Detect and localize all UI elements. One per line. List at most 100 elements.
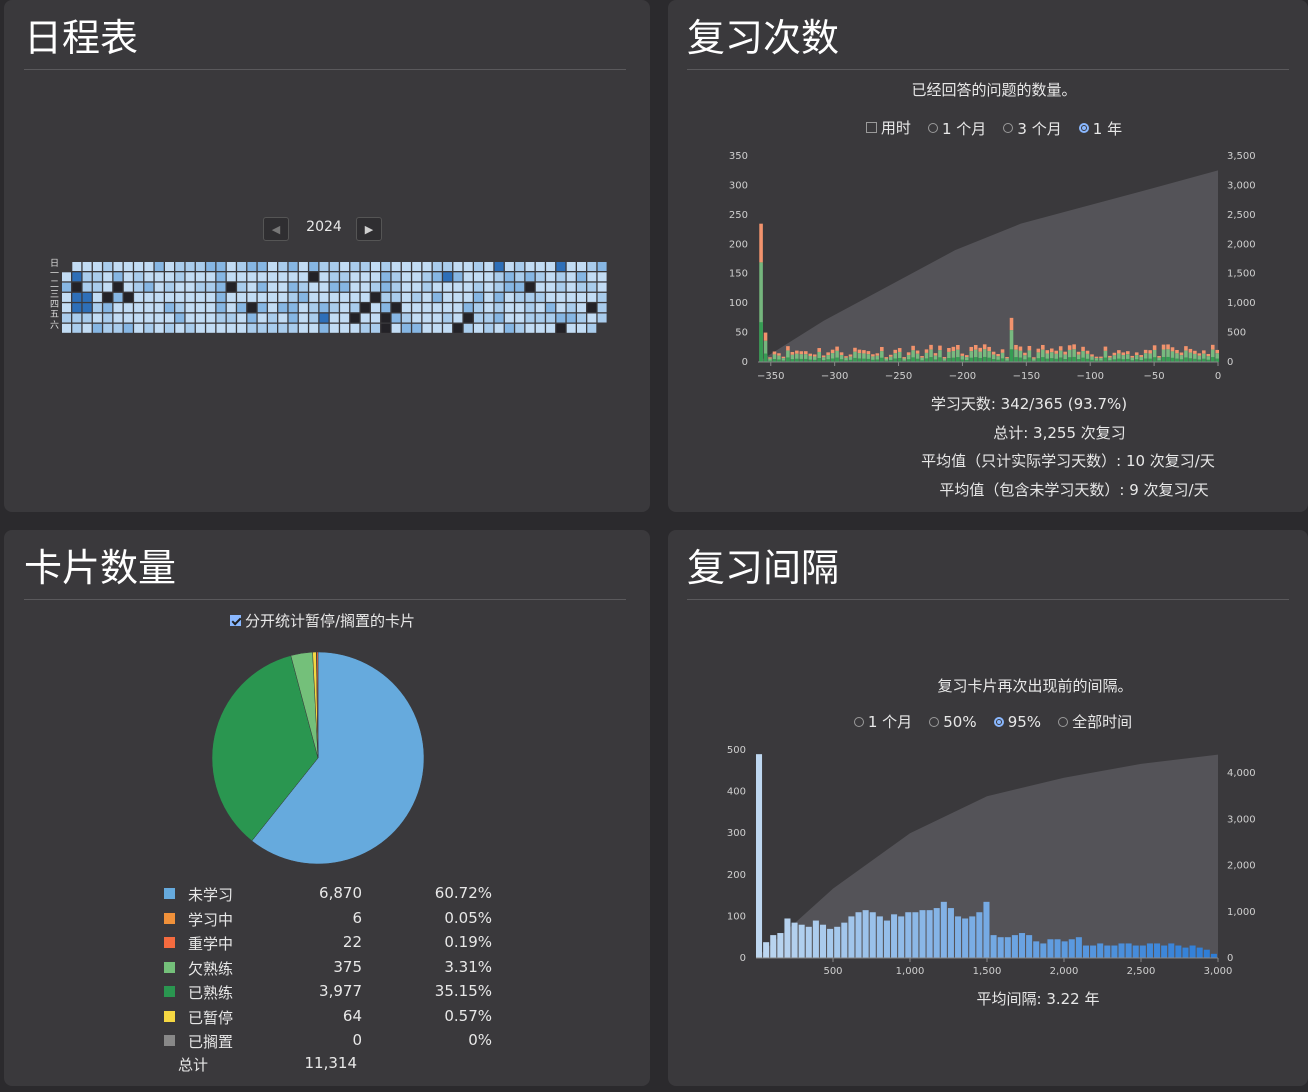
calendar-day-cell bbox=[268, 272, 277, 282]
calendar-day-cell bbox=[237, 282, 247, 292]
calendar-day-cell bbox=[309, 313, 319, 323]
calendar-day-cell bbox=[566, 303, 576, 313]
calendar-day-cell bbox=[226, 262, 236, 271]
x-tick-label: −250 bbox=[885, 371, 912, 382]
calendar-day-cell bbox=[165, 272, 174, 282]
calendar-day-cell bbox=[535, 323, 545, 333]
calendar-day-cell bbox=[453, 313, 463, 323]
option-1-month[interactable]: 1 个月 bbox=[927, 118, 986, 139]
calendar-day-cell bbox=[474, 272, 483, 282]
calendar-day-cell bbox=[412, 323, 422, 333]
review-bar-mature bbox=[987, 357, 991, 362]
review-bar-relearn bbox=[1099, 356, 1103, 359]
calendar-day-cell bbox=[432, 282, 442, 292]
calendar-day-cell bbox=[340, 292, 350, 302]
legend-name: 已熟练 bbox=[188, 984, 234, 1002]
review-bar-relearn bbox=[1094, 356, 1099, 359]
calendar-day-cell bbox=[103, 323, 113, 333]
calendar-day-cell bbox=[134, 323, 144, 333]
calendar-day-cell bbox=[175, 292, 185, 302]
review-bar-relearn bbox=[1045, 350, 1050, 354]
calendar-day-cell bbox=[144, 313, 154, 323]
interval-bar bbox=[1018, 933, 1026, 958]
calendar-day-cell bbox=[185, 262, 195, 271]
legend-percent: 35.15% bbox=[434, 982, 492, 1000]
calendar-day-cell bbox=[587, 303, 597, 313]
calendar-day-cell bbox=[288, 282, 298, 292]
interval-bar bbox=[1026, 935, 1033, 958]
calendar-day-cell bbox=[350, 292, 360, 302]
review-bar-relearn bbox=[1000, 349, 1005, 353]
calendar-day-cell bbox=[566, 313, 576, 323]
calendar-day-cell bbox=[535, 303, 545, 313]
y-tick-label: 50 bbox=[735, 328, 748, 339]
y-tick-label: 300 bbox=[729, 180, 748, 191]
calendar-day-cell bbox=[123, 272, 133, 282]
legend-name: 未学习 bbox=[188, 886, 234, 904]
calendar-day-cell bbox=[257, 323, 267, 333]
calendar-day-cell bbox=[206, 272, 216, 282]
calendar-day-cell bbox=[443, 282, 453, 292]
x-tick-label: −350 bbox=[757, 371, 784, 382]
calendar-day-cell bbox=[484, 313, 494, 323]
interval-option-all[interactable]: 全部时间 bbox=[1058, 711, 1132, 732]
calendar-day-cell bbox=[134, 262, 144, 271]
interval-option-50[interactable]: 50% bbox=[929, 713, 977, 731]
option-time-checkbox[interactable]: 用时 bbox=[865, 117, 911, 138]
interval-bar bbox=[1090, 945, 1097, 958]
calendar-day-cell bbox=[504, 292, 514, 302]
review-bar-relearn bbox=[1112, 352, 1117, 356]
interval-bar bbox=[1168, 943, 1175, 958]
calendar-year: 2024 bbox=[306, 219, 342, 235]
interval-bar bbox=[1047, 939, 1054, 958]
calendar-day-cell bbox=[175, 323, 185, 333]
calendar-day-cell bbox=[391, 272, 401, 282]
calendar-day-cell bbox=[206, 262, 216, 271]
review-bar-relearn bbox=[768, 357, 772, 359]
legend-percent: 60.72% bbox=[434, 884, 492, 902]
review-bar-relearn bbox=[947, 348, 951, 352]
calendar-day-cell bbox=[432, 262, 442, 271]
review-bar-relearn bbox=[893, 349, 898, 354]
legend-row: 已熟练 3,977 35.15% bbox=[162, 982, 502, 1002]
prev-year-button[interactable]: ◀ bbox=[263, 217, 289, 241]
calendar-day-cell bbox=[443, 303, 453, 313]
radio-icon bbox=[927, 123, 938, 133]
review-bar-relearn bbox=[1193, 350, 1197, 354]
calendar-day-cell bbox=[350, 272, 360, 282]
interval-option-1-month[interactable]: 1 个月 bbox=[853, 711, 912, 732]
review-bar-relearn bbox=[790, 352, 795, 355]
separate-suspended-checkbox[interactable]: 分开统计暂停/搁置的卡片 bbox=[230, 610, 415, 631]
review-bar-mature bbox=[911, 357, 915, 362]
calendar-day-cell bbox=[144, 272, 154, 282]
option-3-months[interactable]: 3 个月 bbox=[1003, 118, 1062, 139]
calendar-day-cell bbox=[484, 303, 494, 313]
review-bar-relearn bbox=[1161, 344, 1166, 350]
calendar-day-cell bbox=[515, 262, 525, 271]
calendar-day-cell bbox=[278, 272, 288, 282]
review-bar-relearn bbox=[960, 353, 965, 356]
calendar-day-cell bbox=[206, 323, 216, 333]
calendar-day-cell bbox=[195, 282, 205, 292]
calendar-day-cell bbox=[556, 313, 566, 323]
calendar-day-cell bbox=[474, 303, 483, 313]
calendar-day-cell bbox=[453, 272, 463, 282]
calendar-day-cell bbox=[82, 262, 92, 271]
intervals-subtitle: 复习卡片再次出现前的间隔。 bbox=[937, 677, 1133, 695]
interval-bar bbox=[883, 920, 890, 958]
calendar-day-cell bbox=[401, 303, 411, 313]
legend-swatch bbox=[164, 1035, 175, 1046]
calendar-day-cell bbox=[577, 313, 586, 323]
calendar-day-cell bbox=[494, 323, 504, 333]
x-tick-label: 3,000 bbox=[1204, 966, 1233, 977]
option-1-year[interactable]: 1 年 bbox=[1078, 118, 1122, 139]
y2-tick-label: 2,000 bbox=[1227, 239, 1256, 250]
next-year-button[interactable]: ▶ bbox=[356, 217, 382, 241]
calendar-day-cell bbox=[288, 272, 298, 282]
calendar-day-cell bbox=[278, 303, 288, 313]
calendar-day-cell bbox=[278, 292, 288, 302]
interval-bar bbox=[855, 912, 862, 958]
interval-option-95[interactable]: 95% bbox=[993, 713, 1041, 731]
y2-tick-label: 2,000 bbox=[1227, 861, 1256, 872]
calendar-day-cell bbox=[165, 323, 174, 333]
